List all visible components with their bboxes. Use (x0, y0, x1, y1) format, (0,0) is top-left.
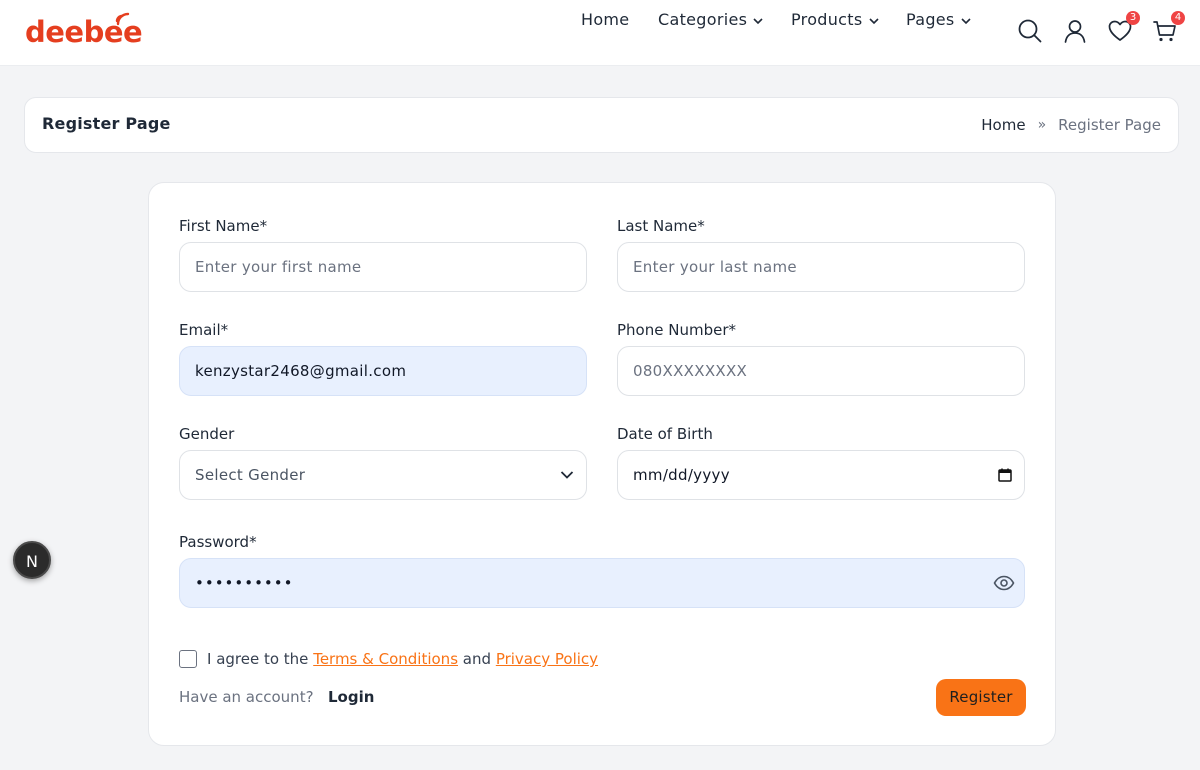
agree-checkbox[interactable] (179, 650, 197, 668)
login-link[interactable]: Login (328, 688, 374, 706)
agree-prefix: I agree to the (207, 650, 309, 668)
privacy-link[interactable]: Privacy Policy (496, 650, 598, 668)
breadcrumb: Home » Register Page (981, 116, 1161, 134)
wishlist-button[interactable]: 3 (1107, 11, 1140, 44)
gender-label: Gender (179, 425, 235, 443)
nav-products[interactable]: Products (791, 9, 879, 31)
nav-categories-label: Categories (658, 10, 748, 29)
gender-selected-value: Select Gender (195, 466, 306, 484)
register-form: First Name* Enter your first name Last N… (148, 182, 1056, 746)
chevron-down-icon (961, 17, 971, 24)
calendar-icon[interactable] (998, 468, 1012, 482)
phone-input[interactable]: 080XXXXXXXX (617, 346, 1025, 396)
last-name-label: Last Name* (617, 217, 705, 235)
password-label: Password* (179, 533, 257, 551)
logo[interactable]: deebee (25, 12, 143, 52)
terms-link[interactable]: Terms & Conditions (313, 650, 458, 668)
chevron-down-icon (868, 17, 879, 24)
signal-waves-icon (115, 12, 130, 26)
nav-pages-label: Pages (906, 10, 955, 29)
have-account-text: Have an account? (179, 688, 314, 706)
first-name-label: First Name* (179, 217, 268, 235)
user-icon[interactable] (1062, 18, 1088, 44)
email-label: Email* (179, 321, 229, 339)
password-input[interactable]: •••••••••• (179, 558, 1025, 608)
breadcrumb-separator: » (1037, 117, 1047, 133)
breadcrumb-home-link[interactable]: Home (981, 116, 1025, 134)
register-button[interactable]: Register (936, 679, 1026, 716)
wishlist-count-badge: 3 (1126, 11, 1140, 25)
cart-count-badge: 4 (1171, 11, 1185, 25)
dob-value: mm/dd/yyyy (633, 466, 730, 484)
eye-icon[interactable] (993, 575, 1015, 591)
page-title: Register Page (42, 114, 171, 133)
nav-categories[interactable]: Categories (658, 9, 763, 31)
dob-input[interactable]: mm/dd/yyyy (617, 450, 1025, 500)
nav-products-label: Products (791, 10, 863, 29)
dob-label: Date of Birth (617, 425, 713, 443)
breadcrumb-bar: Register Page Home » Register Page (24, 97, 1179, 153)
email-input[interactable]: kenzystar2468@gmail.com (179, 346, 587, 396)
nav-home[interactable]: Home (581, 9, 629, 31)
password-value: •••••••••• (195, 574, 294, 592)
agree-and: and (462, 650, 492, 668)
nav-pages[interactable]: Pages (906, 9, 971, 31)
site-header: deebee Home Categories Products Pages 3 … (0, 0, 1200, 66)
phone-label: Phone Number* (617, 321, 736, 339)
chevron-down-icon (753, 17, 763, 24)
gender-select[interactable]: Select Gender (179, 450, 587, 500)
first-name-input[interactable]: Enter your first name (179, 242, 587, 292)
nav-home-label: Home (581, 10, 630, 29)
breadcrumb-current: Register Page (1058, 116, 1161, 134)
terms-agreement: I agree to the Terms & Conditions and Pr… (179, 650, 598, 668)
last-name-input[interactable]: Enter your last name (617, 242, 1025, 292)
cart-button[interactable]: 4 (1152, 11, 1185, 44)
chevron-down-icon (560, 471, 574, 479)
floating-avatar[interactable]: N (13, 541, 51, 579)
search-icon[interactable] (1017, 18, 1043, 44)
